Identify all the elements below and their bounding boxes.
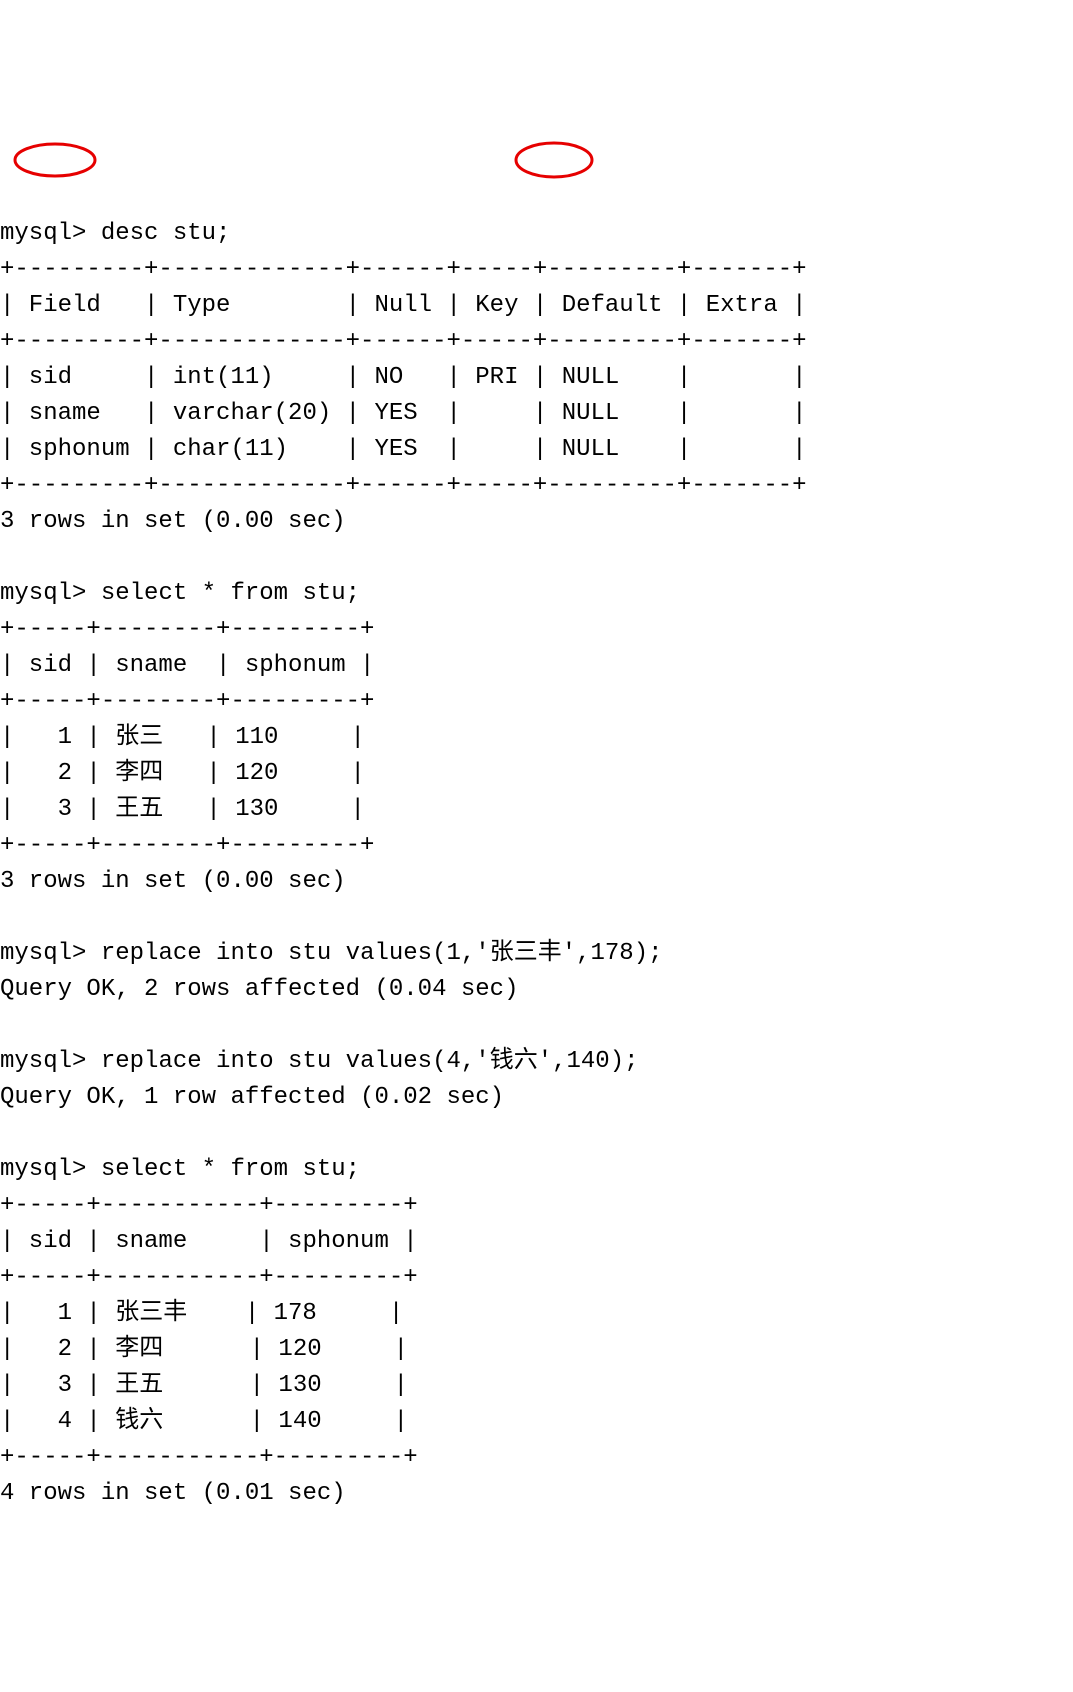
table-row: | 1 | 张三丰 | 178 | <box>0 1300 403 1327</box>
desc-table-border: +---------+-------------+------+-----+--… <box>0 472 807 499</box>
table-row: | 4 | 钱六 | 140 | <box>0 1408 408 1435</box>
desc-table-header: | Field | Type | Null | Key | Default | … <box>0 292 807 319</box>
select2-table-border: +-----+-----------+---------+ <box>0 1192 418 1219</box>
result-summary: Query OK, 2 rows affected (0.04 sec) <box>0 976 518 1003</box>
mysql-prompt: mysql> <box>0 1156 86 1183</box>
table-row: | sid | int(11) | NO | PRI | NULL | | <box>0 364 807 391</box>
command-desc: desc stu; <box>101 220 231 247</box>
select2-table-border: +-----+-----------+---------+ <box>0 1264 418 1291</box>
table-row: | 2 | 李四 | 120 | <box>0 1336 408 1363</box>
select2-table-border: +-----+-----------+---------+ <box>0 1444 418 1471</box>
command-replace2: replace into stu values(4,'钱六',140); <box>101 1048 639 1075</box>
select1-table-border: +-----+--------+---------+ <box>0 688 374 715</box>
annotation-circle-sid <box>10 138 100 182</box>
desc-table-border: +---------+-------------+------+-----+--… <box>0 256 807 283</box>
command-replace1: replace into stu values(1,'张三丰',178); <box>101 940 663 967</box>
command-select1: select * from stu; <box>101 580 360 607</box>
table-row: | 3 | 王五 | 130 | <box>0 1372 408 1399</box>
select1-table-border: +-----+--------+---------+ <box>0 616 374 643</box>
mysql-prompt: mysql> <box>0 580 86 607</box>
annotation-circle-pri <box>510 138 596 182</box>
desc-table-border: +---------+-------------+------+-----+--… <box>0 328 807 355</box>
table-row: | sname | varchar(20) | YES | | NULL | | <box>0 400 807 427</box>
select1-table-border: +-----+--------+---------+ <box>0 832 374 859</box>
table-row: | 1 | 张三 | 110 | <box>0 724 365 751</box>
select1-table-header: | sid | sname | sphonum | <box>0 652 374 679</box>
table-row: | 3 | 王五 | 130 | <box>0 796 365 823</box>
result-summary: 4 rows in set (0.01 sec) <box>0 1480 346 1507</box>
terminal-output: mysql> desc stu; +---------+------------… <box>0 216 1073 1512</box>
mysql-prompt: mysql> <box>0 940 86 967</box>
result-summary: 3 rows in set (0.00 sec) <box>0 508 346 535</box>
mysql-prompt: mysql> <box>0 220 86 247</box>
command-select2: select * from stu; <box>101 1156 360 1183</box>
result-summary: Query OK, 1 row affected (0.02 sec) <box>0 1084 504 1111</box>
table-row: | sphonum | char(11) | YES | | NULL | | <box>0 436 807 463</box>
select2-table-header: | sid | sname | sphonum | <box>0 1228 418 1255</box>
mysql-prompt: mysql> <box>0 1048 86 1075</box>
table-row: | 2 | 李四 | 120 | <box>0 760 365 787</box>
result-summary: 3 rows in set (0.00 sec) <box>0 868 346 895</box>
